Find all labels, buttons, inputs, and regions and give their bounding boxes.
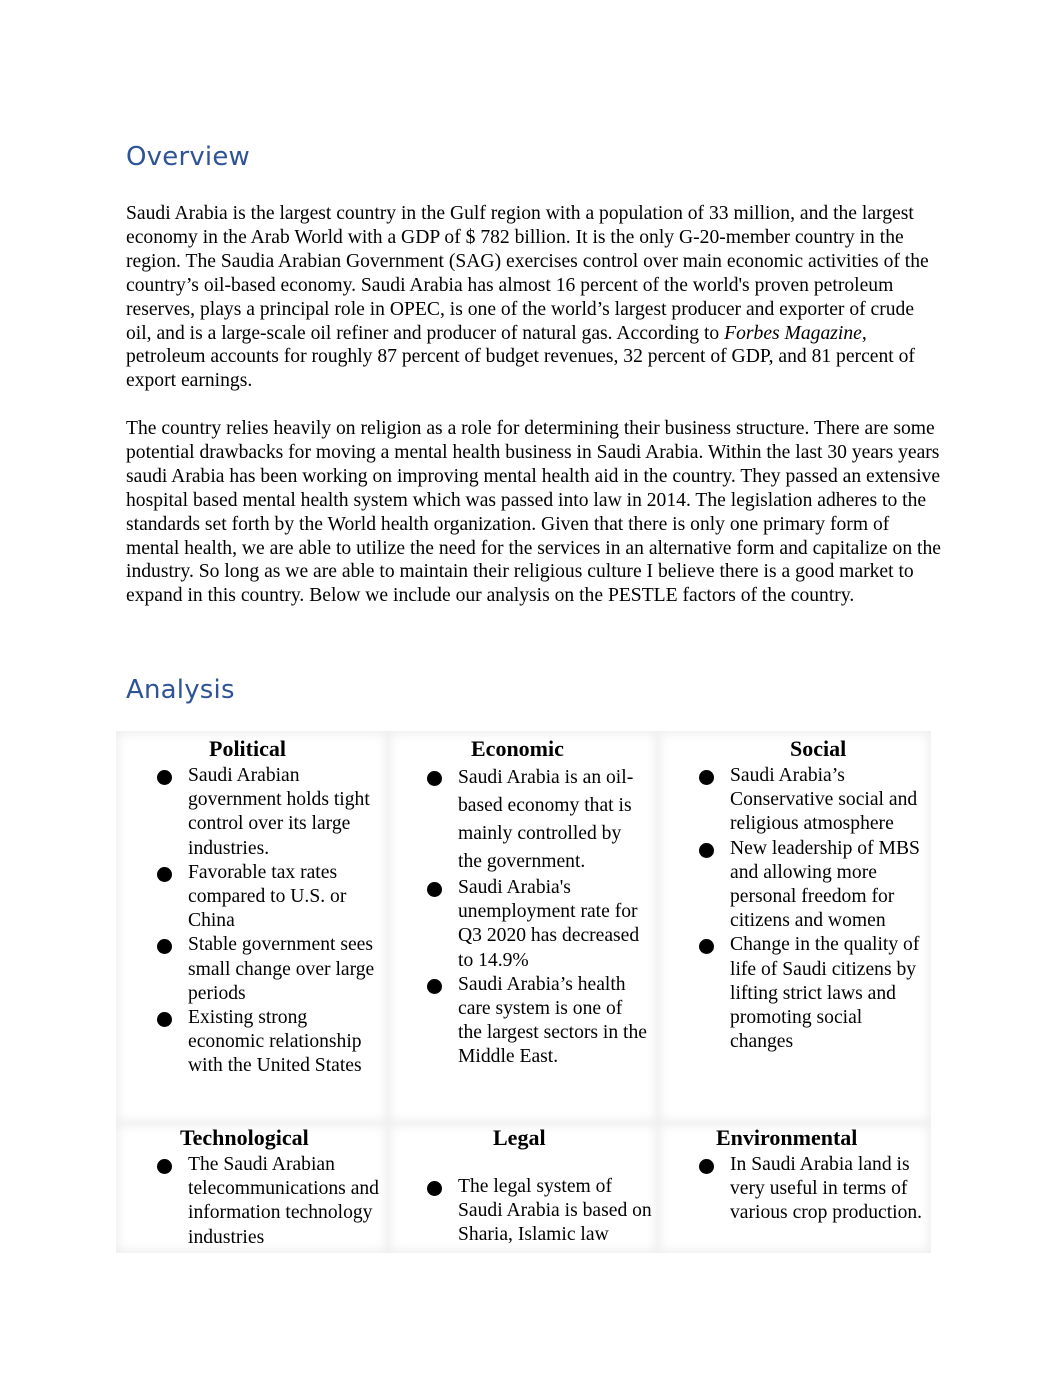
bullet-list: The Saudi Arabian telecommunications and… — [157, 1153, 388, 1250]
list-item-text: Stable government sees small change over… — [188, 934, 375, 1004]
overview-paragraph-1: Saudi Arabia is the largest country in t… — [126, 202, 938, 393]
overview-heading: Overview — [126, 142, 251, 172]
pestle-cell-environmental: Environmental In Saudi Arabia land is ve… — [658, 1123, 931, 1253]
list-item-text: New leadership of MBS and allowing more … — [730, 837, 920, 932]
list-item: Saudi Arabia’s health care system is one… — [427, 973, 650, 1070]
list-item-text: Saudi Arabia’s health care system is one… — [458, 973, 647, 1068]
bullet-icon — [699, 939, 714, 955]
bullet-list: Saudi Arabia is an oil-based economy tha… — [427, 764, 650, 1070]
list-item-text: Saudi Arabia is an oil-based economy tha… — [458, 767, 634, 872]
bullet-icon — [699, 842, 714, 858]
bullet-icon — [157, 1012, 172, 1028]
pestle-cell-economic: Economic Saudi Arabia is an oil-based ec… — [388, 731, 658, 1123]
pestle-cell-legal: Legal The legal system of Saudi Arabia i… — [388, 1123, 658, 1253]
list-item-text: The legal system of Saudi Arabia is base… — [458, 1176, 652, 1246]
forbes-magazine-citation: Forbes Magazine — [724, 322, 862, 344]
analysis-heading: Analysis — [126, 675, 235, 705]
document-page: Overview Saudi Arabia is the largest cou… — [0, 0, 1062, 1376]
pestle-cell-technological: Technological The Saudi Arabian telecomm… — [116, 1123, 388, 1253]
cell-title: Technological — [180, 1125, 309, 1150]
overview-paragraph-2: The country relies heavily on religion a… — [126, 418, 941, 607]
list-item: Favorable tax rates compared to U.S. or … — [157, 861, 388, 934]
bullet-icon — [699, 1159, 714, 1174]
list-item: Saudi Arabian government holds tight con… — [157, 764, 388, 861]
list-item: Saudi Arabia’s Conservative social and r… — [699, 764, 920, 837]
list-item: Stable government sees small change over… — [157, 933, 388, 1006]
pestle-cell-political: Political Saudi Arabian government holds… — [116, 731, 388, 1123]
bullet-icon — [157, 939, 172, 955]
cell-title: Social — [790, 736, 847, 761]
list-item-text: The Saudi Arabian telecommunications and… — [188, 1154, 379, 1248]
bullet-icon — [157, 866, 172, 882]
list-item: Saudi Arabia is an oil-based economy tha… — [427, 764, 650, 876]
bullet-list: Saudi Arabian government holds tight con… — [157, 764, 388, 1079]
bullet-icon — [699, 770, 714, 785]
list-item-text: Saudi Arabia's unemployment rate for Q3 … — [458, 877, 640, 971]
bullet-icon — [157, 1159, 172, 1174]
list-item: New leadership of MBS and allowing more … — [699, 837, 920, 934]
list-item: Saudi Arabia's unemployment rate for Q3 … — [427, 876, 650, 973]
cell-title: Economic — [471, 736, 564, 761]
bullet-list: The legal system of Saudi Arabia is base… — [427, 1175, 654, 1248]
list-item: Existing strong economic relationship wi… — [157, 1006, 388, 1079]
cell-title: Environmental — [716, 1125, 858, 1150]
list-item: Change in the quality of life of Saudi c… — [699, 933, 920, 1054]
cell-title: Legal — [493, 1125, 546, 1150]
bullet-list: In Saudi Arabia land is very useful in t… — [699, 1153, 925, 1226]
list-item: In Saudi Arabia land is very useful in t… — [699, 1153, 925, 1226]
list-item-text: Existing strong economic relationship wi… — [188, 1007, 362, 1077]
list-item-text: Change in the quality of life of Saudi c… — [730, 934, 920, 1053]
pestle-table: Political Saudi Arabian government holds… — [116, 731, 931, 1253]
list-item: The legal system of Saudi Arabia is base… — [427, 1175, 654, 1248]
list-item-text: Saudi Arabian government holds tight con… — [188, 765, 370, 859]
bullet-list: Saudi Arabia’s Conservative social and r… — [699, 764, 920, 1054]
list-item-text: Saudi Arabia’s Conservative social and r… — [730, 765, 918, 835]
pestle-cell-social: Social Saudi Arabia’s Conservative socia… — [658, 731, 931, 1123]
cell-title: Political — [209, 736, 286, 761]
bullet-icon — [427, 771, 442, 786]
list-item-text: In Saudi Arabia land is very useful in t… — [730, 1154, 923, 1224]
bullet-icon — [427, 882, 442, 897]
list-item: The Saudi Arabian telecommunications and… — [157, 1153, 388, 1250]
list-item-text: Favorable tax rates compared to U.S. or … — [188, 861, 347, 932]
bullet-icon — [427, 1181, 442, 1196]
bullet-icon — [157, 770, 172, 785]
bullet-icon — [427, 978, 442, 994]
